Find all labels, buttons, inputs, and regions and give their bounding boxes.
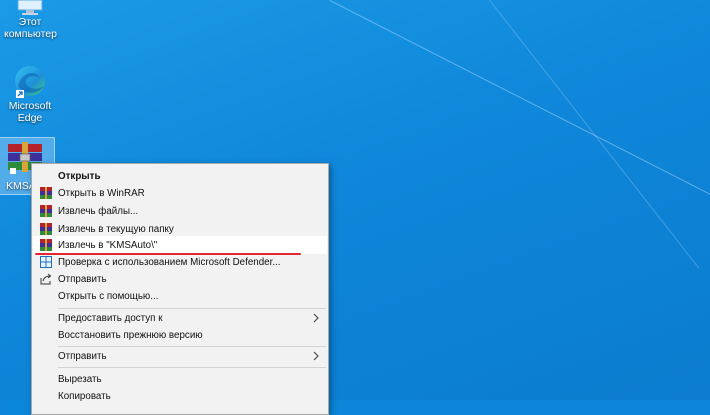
menu-item-give-access-to[interactable]: Предоставить доступ к [33,309,327,327]
menu-item-label: Извлечь файлы... [58,205,139,217]
menu-item-label: Отправить [58,350,107,362]
wallpaper-light-streak [489,0,700,269]
menu-item-send-to[interactable]: Отправить [33,347,327,365]
menu-item-label: Открыть [58,170,101,182]
defender-icon [39,255,53,269]
blank-icon [39,389,53,403]
edge-icon [4,64,56,100]
chevron-right-icon [311,312,321,324]
context-menu: Открыть Открыть в WinRAR Извлечь файлы..… [31,163,329,415]
menu-item-label: Открыть в WinRAR [58,187,145,199]
menu-item-copy[interactable]: Копировать [33,387,327,405]
menu-item-label: Проверка с использованием Microsoft Defe… [58,256,281,268]
menu-item-label: Вырезать [58,373,102,385]
desktop-icon-edge[interactable]: Microsoft Edge [4,64,56,124]
winrar-icon [39,222,53,236]
share-icon [39,272,53,286]
desktop-icon-this-pc[interactable]: Этот компьютер [4,0,57,40]
menu-item-label: Извлечь в текущую папку [58,223,174,235]
desktop-icon-label: Microsoft [8,100,52,112]
annotation-underline [35,253,301,255]
blank-icon [39,169,53,183]
blank-icon [39,372,53,386]
menu-item-share[interactable]: Отправить [33,270,327,288]
menu-item-extract-to-kmsauto[interactable]: Извлечь в "KMSAuto\" [33,236,327,254]
desktop-icon-label: компьютер [4,28,57,40]
wallpaper-light-streak [329,0,710,237]
menu-item-open-with[interactable]: Открыть с помощью... [33,287,327,305]
blank-icon [39,289,53,303]
menu-item-restore-previous-versions[interactable]: Восстановить прежнюю версию [33,326,327,344]
menu-item-label: Извлечь в "KMSAuto\" [58,239,158,251]
winrar-icon [39,186,53,200]
menu-item-label: Открыть с помощью... [58,290,159,302]
menu-separator [58,367,326,368]
blank-icon [39,349,53,363]
menu-item-extract-files[interactable]: Извлечь файлы... [33,202,327,220]
monitor-icon [4,0,56,16]
desktop-icon-label: Этот [18,16,42,28]
desktop-icon-label: Edge [17,112,43,124]
menu-item-label: Отправить [58,273,107,285]
blank-icon [39,328,53,342]
winrar-icon [39,238,53,252]
winrar-icon [39,204,53,218]
blank-icon [39,311,53,325]
menu-item-label: Предоставить доступ к [58,312,163,324]
menu-item-open-in-winrar[interactable]: Открыть в WinRAR [33,184,327,202]
menu-item-label: Восстановить прежнюю версию [58,329,203,341]
menu-item-open[interactable]: Открыть [33,167,327,185]
menu-item-defender-scan[interactable]: Проверка с использованием Microsoft Defe… [33,253,327,271]
chevron-right-icon [311,350,321,362]
menu-item-cut[interactable]: Вырезать [33,370,327,388]
